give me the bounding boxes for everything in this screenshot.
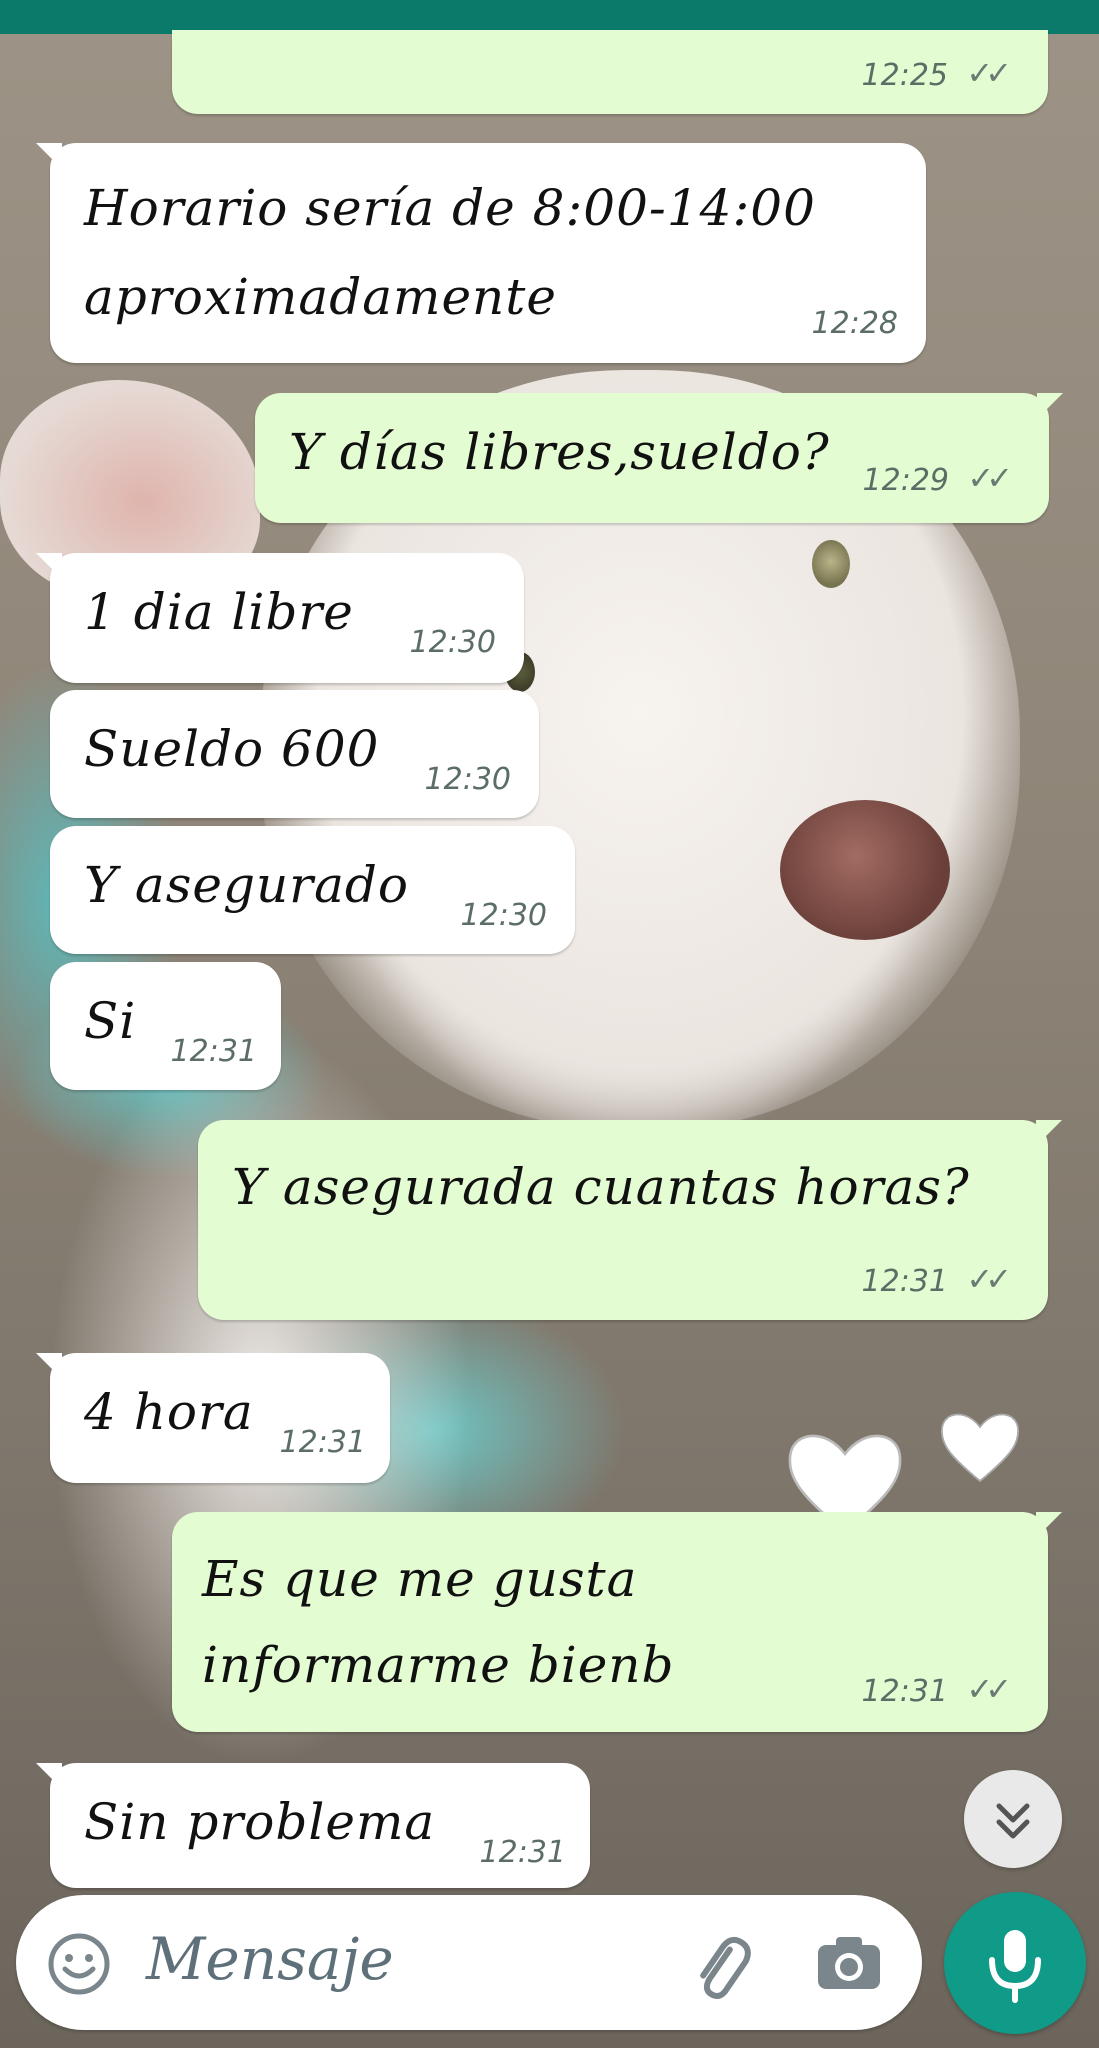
- paperclip-icon: [700, 1936, 751, 1999]
- message-time: 12:31: [279, 1425, 366, 1460]
- message-time: 12:30: [460, 898, 547, 933]
- read-ticks-icon: ✓✓: [966, 1670, 1012, 1708]
- message-time: 12:29: [862, 463, 949, 498]
- message-text-line: 1 dia libre: [84, 583, 354, 641]
- message-bubble-outgoing[interactable]: Es que me gusta informarme bienb 12:31 ✓…: [172, 1512, 1062, 1732]
- message-bubble-incoming[interactable]: Y asegurado 12:30: [50, 826, 575, 954]
- message-text-line: Y asegurada cuantas horas?: [232, 1158, 970, 1216]
- message-time: 12:31: [861, 1264, 948, 1299]
- emoji-button[interactable]: [46, 1931, 112, 2001]
- wallpaper-dog-eye: [812, 540, 850, 588]
- bubble-tail: [36, 1763, 62, 1789]
- message-text-line: Si: [84, 992, 137, 1050]
- voice-message-button[interactable]: [944, 1892, 1086, 2034]
- message-composer: Mensaje: [16, 1895, 922, 2030]
- camera-icon: [818, 1937, 880, 1989]
- message-text-line: Horario sería de 8:00-14:00: [84, 179, 816, 237]
- message-bubble-incoming[interactable]: Horario sería de 8:00-14:00 aproximadame…: [36, 143, 926, 363]
- message-time: 12:25: [861, 58, 948, 93]
- bubble-tail: [36, 1353, 62, 1379]
- bubble-tail: [36, 553, 62, 579]
- message-text-line: informarme bienb: [202, 1636, 675, 1694]
- message-time: 12:30: [424, 762, 511, 797]
- bubble-tail: [36, 143, 62, 169]
- message-text-line: aproximadamente: [84, 268, 557, 326]
- camera-button[interactable]: [816, 1933, 882, 1997]
- microphone-icon: [989, 1930, 1041, 2003]
- read-ticks-icon: ✓✓: [966, 54, 1012, 92]
- read-ticks-icon: ✓✓: [967, 459, 1013, 497]
- double-chevron-down-icon: [996, 1803, 1030, 1839]
- message-bubble-incoming[interactable]: Sueldo 600 12:30: [50, 690, 539, 818]
- message-bubble-outgoing[interactable]: 12:25 ✓✓: [172, 30, 1048, 114]
- bubble-tail: [1036, 1120, 1062, 1146]
- message-text-line: Y asegurado: [84, 856, 409, 914]
- message-text-line: Sin problema: [84, 1793, 436, 1851]
- message-bubble-incoming[interactable]: 4 hora 12:31: [36, 1353, 390, 1483]
- message-bubble-incoming[interactable]: 1 dia libre 12:30: [36, 553, 524, 683]
- read-ticks-icon: ✓✓: [966, 1260, 1012, 1298]
- message-time: 12:31: [170, 1034, 257, 1069]
- message-bubble-outgoing[interactable]: Y días libres,sueldo? 12:29 ✓✓: [255, 393, 1063, 523]
- message-text-line: Sueldo 600: [84, 720, 380, 778]
- message-bubble-outgoing[interactable]: Y asegurada cuantas horas? 12:31 ✓✓: [198, 1120, 1062, 1320]
- message-input[interactable]: Mensaje: [146, 1925, 394, 1993]
- message-time: 12:31: [479, 1835, 566, 1870]
- message-text-line: Es que me gusta: [202, 1550, 638, 1608]
- message-time: 12:31: [861, 1674, 948, 1709]
- bubble-tail: [1037, 393, 1063, 419]
- wallpaper-dog-nose: [780, 800, 950, 940]
- scroll-to-bottom-button[interactable]: [964, 1770, 1062, 1868]
- bubble-tail: [1036, 1512, 1062, 1538]
- message-time: 12:28: [811, 306, 898, 341]
- message-bubble-incoming[interactable]: Sin problema 12:31: [36, 1763, 590, 1888]
- message-bubble-incoming[interactable]: Si 12:31: [50, 962, 281, 1090]
- wallpaper-heart-icon: [940, 1413, 1020, 1483]
- emoji-icon: [48, 1933, 110, 1995]
- attach-button[interactable]: [686, 1931, 756, 2005]
- message-text-line: Y días libres,sueldo?: [289, 423, 830, 481]
- chat-header-bar: [0, 0, 1099, 34]
- message-text-line: 4 hora: [84, 1383, 254, 1441]
- message-time: 12:30: [409, 625, 496, 660]
